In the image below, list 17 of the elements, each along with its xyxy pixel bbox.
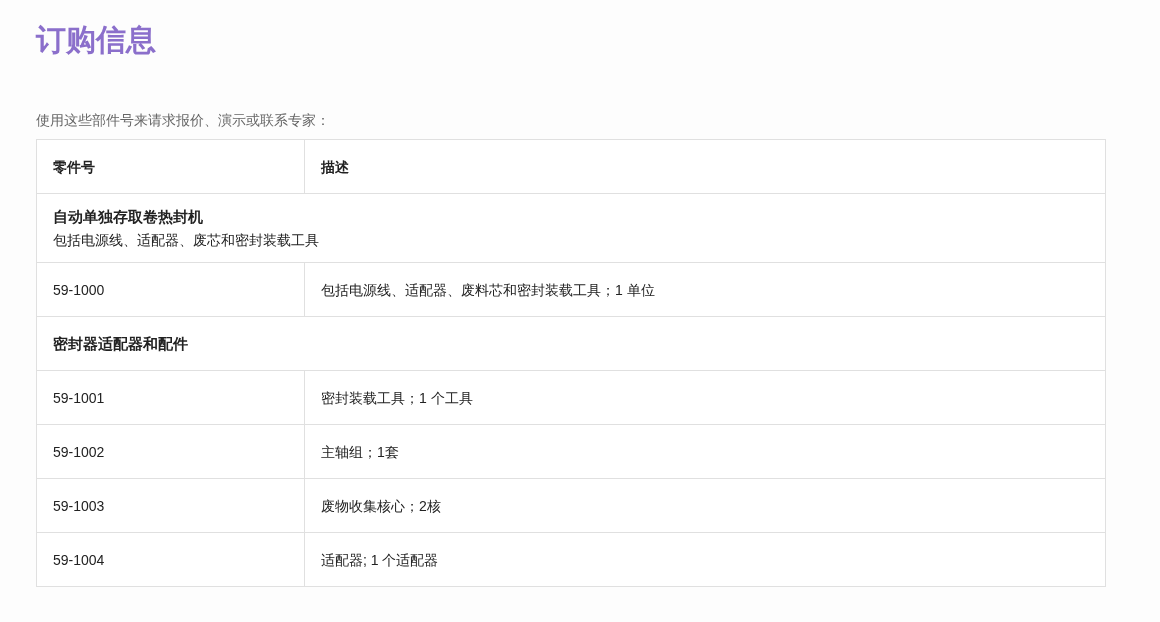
group-subtitle: 包括电源线、适配器、废芯和密封装载工具: [53, 231, 320, 250]
part-number-cell: 59-1001: [36, 370, 305, 425]
part-number-cell: 59-1000: [36, 262, 305, 317]
part-number-cell: 59-1003: [36, 478, 305, 533]
page-title: 订购信息: [36, 22, 157, 58]
description-cell: 包括电源线、适配器、废料芯和密封装载工具；1 单位: [304, 262, 1106, 317]
description-cell: 主轴组；1套: [304, 424, 1106, 479]
group-title: 密封器适配器和配件: [53, 333, 189, 354]
description-cell: 废物收集核心；2核: [304, 478, 1106, 533]
part-number-cell: 59-1004: [36, 532, 305, 587]
part-number-cell: 59-1002: [36, 424, 305, 479]
intro-text: 使用这些部件号来请求报价、演示或联系专家：: [36, 111, 331, 130]
group-title: 自动单独存取卷热封机: [53, 207, 204, 227]
column-header: 零件号: [36, 139, 305, 194]
description-cell: 密封装载工具；1 个工具: [304, 370, 1106, 425]
column-header: 描述: [304, 139, 1106, 194]
description-cell: 适配器; 1 个适配器: [304, 532, 1106, 587]
